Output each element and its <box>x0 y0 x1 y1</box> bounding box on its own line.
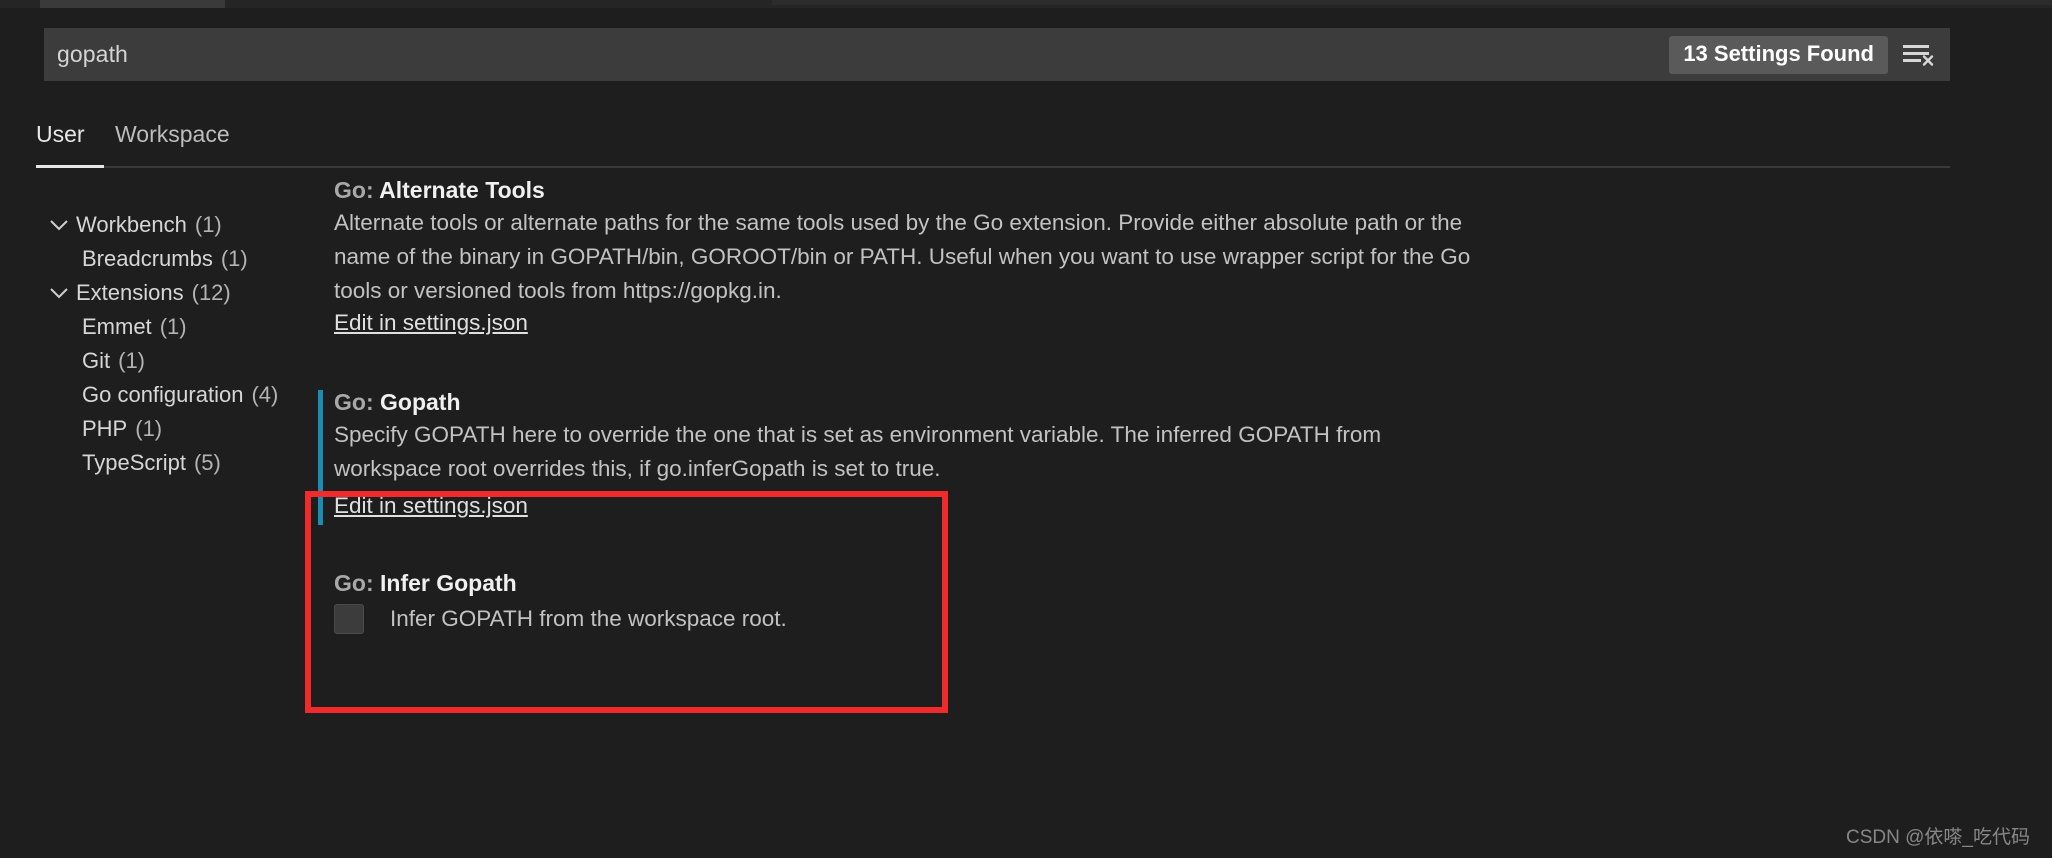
edit-in-settings-json-link[interactable]: Edit in settings.json <box>334 493 528 519</box>
tree-item-label: PHP <box>82 416 128 441</box>
setting-name: Infer Gopath <box>380 570 517 596</box>
tree-item-label: Workbench <box>76 212 187 237</box>
tree-item-label: Extensions <box>76 280 184 305</box>
setting-title: Go: Gopath <box>334 391 461 414</box>
tree-item-count: (1) <box>220 246 248 271</box>
tree-item-count: (1) <box>194 212 222 237</box>
tree-item-count: (4) <box>251 382 279 407</box>
settings-editor: 13 Settings Found User Workspace <box>0 0 2052 858</box>
tree-item-label: Go configuration <box>82 382 244 407</box>
setting-title: Go: Infer Gopath <box>334 572 517 595</box>
tree-item-count: (1) <box>118 348 146 373</box>
edit-in-settings-json-link[interactable]: Edit in settings.json <box>334 310 528 336</box>
chevron-down-icon[interactable] <box>46 280 72 306</box>
setting-control-row: Infer GOPATH from the workspace root. <box>334 604 787 634</box>
setting-description: Alternate tools or alternate paths for t… <box>334 210 1471 303</box>
settings-scope-tabs: User Workspace <box>36 118 1950 168</box>
settings-found-badge: 13 Settings Found <box>1669 35 1888 74</box>
tree-item-git[interactable]: Git (1) <box>38 344 398 378</box>
annotation-highlight-box <box>305 491 948 713</box>
modified-setting-indicator <box>318 390 323 525</box>
setting-category: Go: <box>334 177 380 203</box>
tree-item-count: (1) <box>159 314 187 339</box>
editor-tab-active-sliver[interactable] <box>40 0 225 8</box>
editor-tabbar-remainder <box>772 0 2052 5</box>
tree-item-label: TypeScript <box>82 450 186 475</box>
search-input[interactable] <box>44 28 1670 81</box>
setting-category: Go: <box>334 389 380 415</box>
clear-filters-icon <box>1902 41 1936 69</box>
infer-gopath-checkbox-label: Infer GOPATH from the workspace root. <box>390 605 787 631</box>
tree-item-count: (1) <box>135 416 163 441</box>
tab-active-indicator <box>36 165 104 168</box>
setting-title: Go: Alternate Tools <box>334 179 545 202</box>
setting-category: Go: <box>334 570 380 596</box>
tab-workspace[interactable]: Workspace <box>115 118 230 168</box>
tab-user[interactable]: User <box>36 118 85 168</box>
watermark: CSDN @依嗏_吃代码 <box>1846 827 2030 848</box>
setting-name: Alternate Tools <box>379 177 545 203</box>
setting-description: Specify GOPATH here to override the one … <box>334 422 1382 481</box>
settings-search-bar[interactable]: 13 Settings Found <box>44 28 1950 81</box>
tree-item-label: Breadcrumbs <box>82 246 213 271</box>
tree-item-count: (12) <box>191 280 231 305</box>
tree-item-count: (5) <box>193 450 221 475</box>
tree-item-label: Git <box>82 348 111 373</box>
editor-tabbar-sliver <box>0 0 2052 8</box>
setting-name: Gopath <box>380 389 461 415</box>
clear-filters-button[interactable] <box>1888 28 1950 81</box>
infer-gopath-checkbox[interactable] <box>334 604 364 634</box>
tree-item-label: Emmet <box>82 314 152 339</box>
chevron-down-icon[interactable] <box>46 212 72 238</box>
tabs-divider <box>36 166 1950 168</box>
